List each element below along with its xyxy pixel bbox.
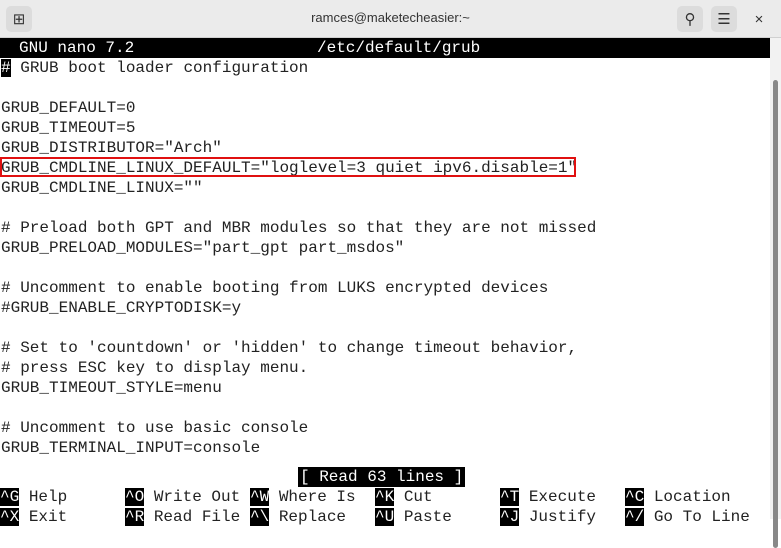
nano-version: GNU nano 7.2 bbox=[19, 39, 135, 57]
editor-line[interactable]: # Set to 'countdown' or 'hidden' to chan… bbox=[1, 338, 577, 358]
shortcut-execute[interactable]: ^T Execute bbox=[500, 487, 596, 507]
shortcut-label: Read File bbox=[153, 508, 241, 526]
editor-line[interactable]: GRUB_TERMINAL_INPUT=console bbox=[1, 438, 260, 458]
shortcut-where-is[interactable]: ^W Where Is bbox=[250, 487, 356, 507]
editor-line[interactable]: GRUB_CMDLINE_LINUX="" bbox=[1, 178, 203, 198]
scrollbar-thumb[interactable] bbox=[773, 80, 778, 548]
editor-line[interactable]: # Uncomment to enable booting from LUKS … bbox=[1, 278, 548, 298]
shortcut-key: ^G bbox=[0, 488, 20, 506]
shortcut-label: Write Out bbox=[153, 488, 241, 506]
shortcut-paste[interactable]: ^U Paste bbox=[375, 507, 452, 527]
shortcut-help[interactable]: ^G Help bbox=[0, 487, 67, 507]
close-icon: × bbox=[754, 10, 764, 28]
shortcut-key: ^K bbox=[375, 488, 395, 506]
shortcut-label: Execute bbox=[528, 488, 597, 506]
editor-line[interactable]: # Preload both GPT and MBR modules so th… bbox=[1, 218, 596, 238]
shortcut-key: ^J bbox=[500, 508, 520, 526]
shortcut-go-to-line[interactable]: ^/ Go To Line bbox=[625, 507, 750, 527]
editor-line[interactable]: #GRUB_ENABLE_CRYPTODISK=y bbox=[1, 298, 241, 318]
search-icon: ⚲ bbox=[684, 11, 696, 28]
shortcut-key: ^T bbox=[500, 488, 520, 506]
scrollbar[interactable] bbox=[770, 38, 781, 548]
shortcut-cut[interactable]: ^K Cut bbox=[375, 487, 433, 507]
shortcut-replace[interactable]: ^\ Replace bbox=[250, 507, 346, 527]
editor-line[interactable]: # Uncomment to use basic console bbox=[1, 418, 308, 438]
shortcut-label: Where Is bbox=[278, 488, 356, 506]
title-bar: ⊞ ramces@maketecheasier:~ ⚲ ☰ × bbox=[0, 0, 781, 38]
shortcut-label: Location bbox=[653, 488, 731, 506]
editor-line[interactable]: GRUB_TIMEOUT=5 bbox=[1, 118, 135, 138]
editor-line[interactable]: GRUB_DEFAULT=0 bbox=[1, 98, 135, 118]
editor-line[interactable]: GRUB_PRELOAD_MODULES="part_gpt part_msdo… bbox=[1, 238, 404, 258]
shortcut-read-file[interactable]: ^R Read File bbox=[125, 507, 240, 527]
shortcut-key: ^\ bbox=[250, 508, 270, 526]
shortcut-key: ^O bbox=[125, 488, 145, 506]
shortcut-key: ^U bbox=[375, 508, 395, 526]
editor-line[interactable]: GRUB_TIMEOUT_STYLE=menu bbox=[1, 378, 222, 398]
shortcut-location[interactable]: ^C Location bbox=[625, 487, 731, 507]
shortcut-key: ^R bbox=[125, 508, 145, 526]
shortcut-label: Replace bbox=[278, 508, 347, 526]
highlight-box bbox=[0, 157, 576, 177]
shortcut-justify[interactable]: ^J Justify bbox=[500, 507, 596, 527]
editor-line[interactable]: # press ESC key to display menu. bbox=[1, 358, 308, 378]
status-message: [ Read 63 lines ] bbox=[298, 467, 466, 487]
shortcut-label: Go To Line bbox=[653, 508, 750, 526]
cursor: # bbox=[1, 59, 11, 77]
shortcut-exit[interactable]: ^X Exit bbox=[0, 507, 67, 527]
editor-line[interactable]: GRUB_DISTRIBUTOR="Arch" bbox=[1, 138, 222, 158]
shortcut-key: ^/ bbox=[625, 508, 645, 526]
nano-header: GNU nano 7.2/etc/default/grub bbox=[0, 38, 770, 58]
shortcut-key: ^C bbox=[625, 488, 645, 506]
editor-line[interactable]: # GRUB boot loader configuration bbox=[1, 58, 308, 78]
window-title: ramces@maketecheasier:~ bbox=[311, 10, 470, 25]
search-button[interactable]: ⚲ bbox=[677, 6, 703, 32]
shortcut-label: Paste bbox=[403, 508, 452, 526]
terminal[interactable]: GNU nano 7.2/etc/default/grub [ Read 63 … bbox=[0, 38, 770, 526]
shortcut-label: Justify bbox=[528, 508, 597, 526]
menu-icon: ☰ bbox=[717, 11, 731, 28]
shortcut-write-out[interactable]: ^O Write Out bbox=[125, 487, 240, 507]
menu-button[interactable]: ☰ bbox=[711, 6, 737, 32]
file-name: /etc/default/grub bbox=[317, 39, 481, 57]
close-button[interactable]: × bbox=[746, 6, 772, 32]
shortcut-key: ^W bbox=[250, 488, 270, 506]
shortcut-label: Exit bbox=[28, 508, 68, 526]
shortcut-key: ^X bbox=[0, 508, 20, 526]
shortcut-label: Cut bbox=[403, 488, 433, 506]
shortcut-label: Help bbox=[28, 488, 68, 506]
